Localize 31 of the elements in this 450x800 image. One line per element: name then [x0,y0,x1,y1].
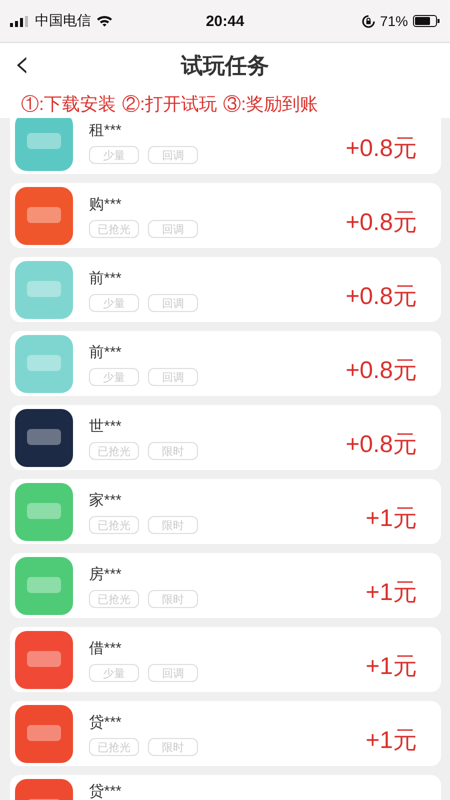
carrier-name: 中国电信 [35,12,91,30]
app-name: 贷*** [89,782,123,800]
rotation-lock-icon [362,14,375,28]
battery-icon [413,15,440,27]
app-name: 前*** [89,343,123,362]
reward-amount: +1元 [366,652,417,682]
reward-amount: +0.8元 [346,356,417,386]
reward-amount: +0.8元 [346,134,417,164]
page-title: 试玩任务 [181,52,269,80]
app-name: 房*** [89,565,123,584]
app-name: 家*** [89,491,123,510]
step-text: ①:下载安装 [21,92,116,116]
app-name: 借*** [89,639,123,658]
app-name: 世*** [89,417,123,436]
clock-time: 20:44 [206,12,244,30]
reward-amount: +0.8元 [346,430,417,460]
app-name: 购*** [89,195,123,214]
reward-amount: +1元 [366,578,417,608]
app-name: 租*** [89,121,123,140]
signal-icon [10,16,30,26]
app-name: 贷*** [89,713,123,732]
reward-amount: +0.8元 [346,282,417,312]
reward-amount: +0.8元 [346,208,417,238]
reward-amount: +1元 [366,726,417,756]
step-text: ②:打开试玩 [122,92,218,116]
step-text: ③:奖励到账 [223,92,318,116]
back-button[interactable]: ‹ [8,47,36,81]
battery-percent: 71% [380,13,408,29]
app-name: 前*** [89,269,123,288]
wifi-icon [96,15,113,27]
reward-amount: +1元 [366,504,417,534]
